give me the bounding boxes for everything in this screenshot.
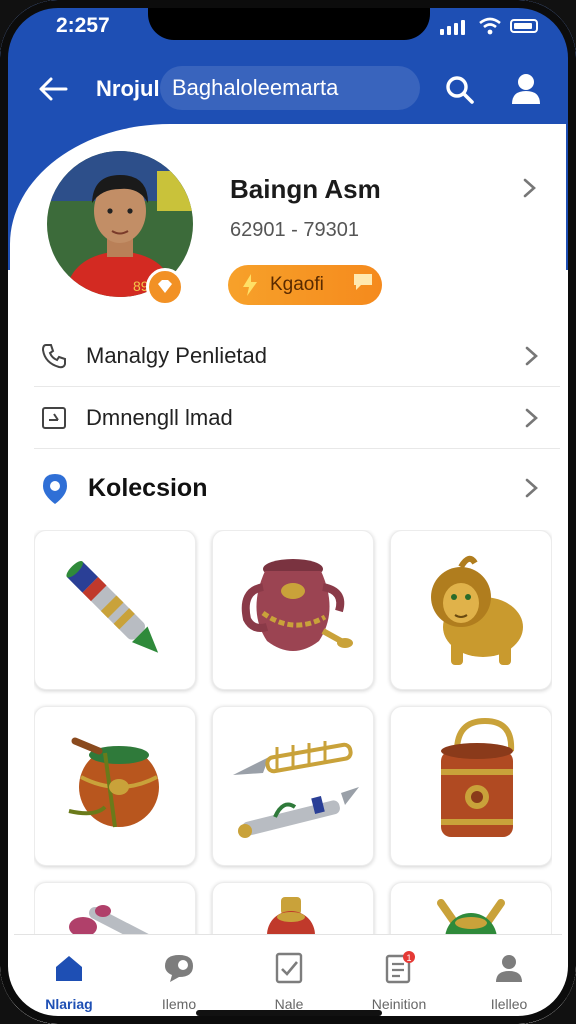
- collection-item-pot[interactable]: [212, 530, 374, 690]
- camera-notch: [148, 0, 430, 40]
- lightning-icon: [243, 274, 257, 296]
- collection-header[interactable]: Kolecsion: [34, 458, 560, 518]
- vase-icon: [267, 897, 315, 936]
- lantern-icon: [441, 717, 515, 837]
- verified-badge-icon: [146, 268, 184, 306]
- chevron-right-icon[interactable]: [520, 176, 540, 200]
- collection-title: Kolecsion: [88, 474, 208, 502]
- golden-lion-icon: [431, 555, 523, 665]
- document-icon: [275, 952, 303, 984]
- page-title: Nrojul: [96, 76, 160, 101]
- chat-icon: [165, 955, 193, 982]
- collection-item-vase[interactable]: [212, 882, 374, 936]
- status-time: 2:257: [56, 14, 110, 37]
- pot-with-chain-icon: [241, 559, 353, 651]
- tab-label: Nlariag: [45, 996, 93, 1012]
- collection-item-lion[interactable]: [390, 530, 552, 690]
- menu-row-label: Manalgy Penlietad: [86, 343, 268, 368]
- profile-id: 62901 - 79301: [230, 219, 360, 241]
- pin-icon: [69, 905, 153, 936]
- notification-badge: 1: [406, 953, 411, 963]
- collection-item-lantern[interactable]: [390, 706, 552, 866]
- action-pill-button[interactable]: Kgaofi: [228, 265, 382, 305]
- phone-icon: [41, 344, 66, 369]
- tab-home[interactable]: Nlariag: [24, 951, 114, 1012]
- spears-icon: [233, 741, 359, 838]
- app-bar: Nrojul Baghaloleemarta: [0, 62, 576, 116]
- battery-icon: [510, 19, 538, 33]
- tab-document[interactable]: Nale: [244, 951, 334, 1012]
- home-icon: [56, 956, 82, 981]
- back-arrow-icon[interactable]: [36, 72, 70, 106]
- phone-screen: 2:257 Nrojul Baghaloleemarta 89 Baingn A…: [0, 0, 576, 1024]
- status-bar: 2:257: [0, 0, 576, 52]
- collection-item-flute[interactable]: [34, 530, 196, 690]
- menu-row-label: Dmnengll lmad: [86, 405, 233, 430]
- chat-bubble-icon: [354, 274, 372, 290]
- search-text: Baghaloleemarta: [172, 75, 339, 100]
- tab-chat[interactable]: Ilemo: [134, 951, 224, 1012]
- bowl-icon: [68, 737, 159, 828]
- tab-notifications[interactable]: 1 Neinition: [354, 951, 444, 1012]
- chevron-right-icon: [525, 408, 538, 428]
- location-pin-icon: [43, 474, 67, 504]
- menu-row-edit[interactable]: Dmnengll lmad: [34, 388, 560, 449]
- collection-item-pin[interactable]: [34, 882, 196, 936]
- profile-icon: [496, 955, 522, 982]
- wifi-icon: [479, 17, 501, 35]
- menu-row-phone[interactable]: Manalgy Penlietad: [34, 326, 560, 387]
- collection-item-spears[interactable]: [212, 706, 374, 866]
- notification-list-icon: 1: [385, 951, 415, 984]
- home-indicator: [196, 1010, 382, 1016]
- search-icon[interactable]: [444, 74, 476, 106]
- collection-item-green-pot[interactable]: [390, 882, 552, 936]
- green-pot-icon: [437, 899, 505, 936]
- collection-item-bowl[interactable]: [34, 706, 196, 866]
- edit-icon: [42, 407, 66, 429]
- search-field[interactable]: Baghaloleemarta: [160, 66, 420, 110]
- profile-name: Baingn Asm: [230, 174, 381, 204]
- collection-grid: [34, 530, 552, 936]
- chevron-right-icon: [525, 346, 538, 366]
- signal-icon: [440, 20, 465, 35]
- tab-profile[interactable]: Ilelleo: [464, 951, 554, 1012]
- user-icon[interactable]: [510, 72, 542, 106]
- tab-label: Ilelleo: [490, 996, 528, 1012]
- chevron-right-icon: [525, 478, 538, 498]
- flute-icon: [66, 561, 159, 653]
- action-pill-label: Kgaofi: [270, 274, 324, 295]
